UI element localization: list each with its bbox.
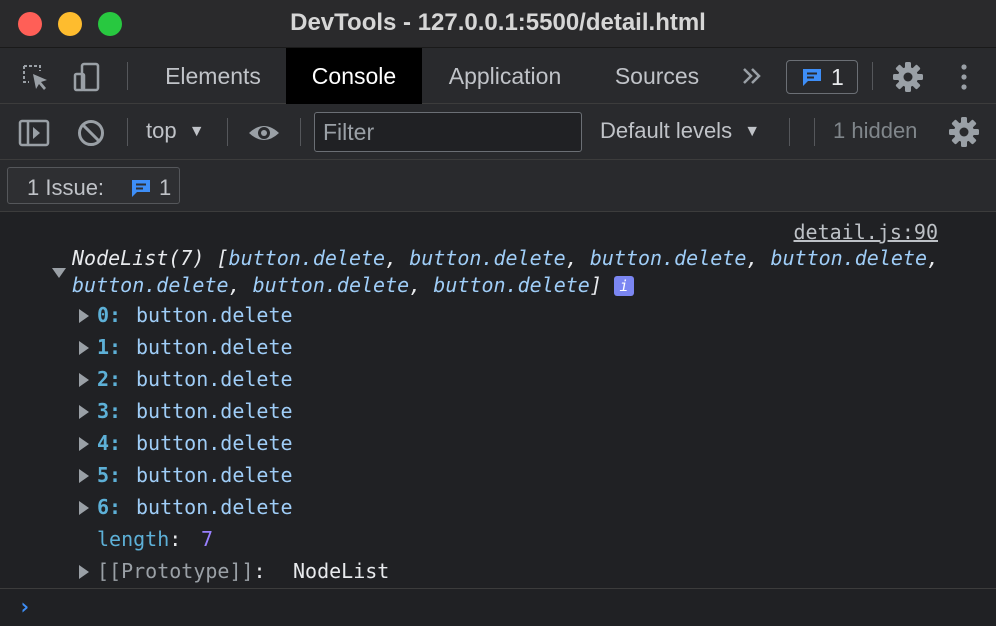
prototype-key: [[Prototype]]: — [97, 559, 266, 583]
title-bar: DevTools - 127.0.0.1:5500/detail.html — [0, 0, 996, 48]
chevron-down-icon: ▼ — [744, 123, 761, 140]
summary-item: button.delete — [433, 273, 590, 297]
message-icon — [801, 67, 823, 92]
collapse-toggle[interactable] — [52, 268, 66, 278]
entry-value: button.delete — [136, 303, 293, 327]
tab-sources[interactable]: Sources — [592, 48, 722, 104]
prototype-value: NodeList — [293, 559, 390, 583]
toolbar-divider — [814, 118, 815, 146]
entry-value: button.delete — [136, 335, 293, 359]
issues-count: 1 — [831, 64, 844, 90]
entry-value: button.delete — [136, 367, 293, 391]
filter-input[interactable] — [314, 112, 582, 152]
expand-toggle[interactable] — [79, 437, 89, 451]
console-output: detail.js:90 NodeList(7) [button.delete,… — [0, 212, 996, 588]
context-selector[interactable]: top ▼ — [146, 118, 205, 144]
toolbar-divider — [127, 118, 128, 146]
device-toolbar-icon[interactable] — [72, 62, 102, 92]
entry-index: 6: — [97, 495, 122, 519]
devtools-tab-bar: Elements Console Application Sources 1 — [0, 48, 996, 104]
expand-toggle[interactable] — [79, 373, 89, 387]
prompt-caret-icon: › — [18, 595, 32, 620]
entry-index: 0: — [97, 303, 122, 327]
toolbar-divider — [872, 62, 873, 90]
length-value: 7 — [201, 527, 214, 551]
tab-application[interactable]: Application — [424, 48, 586, 104]
console-prompt[interactable]: › — [0, 588, 996, 626]
entry-value: button.delete — [136, 431, 293, 455]
entry-value: button.delete — [136, 463, 293, 487]
entry-index: 4: — [97, 431, 122, 455]
summary-item: button.delete — [409, 246, 566, 270]
console-toolbar: top ▼ Default levels ▼ 1 hidden — [0, 104, 996, 160]
entry-index: 2: — [97, 367, 122, 391]
log-levels-dropdown[interactable]: Default levels ▼ — [600, 118, 760, 144]
kebab-menu-icon[interactable] — [952, 63, 982, 93]
length-key: length: — [97, 527, 182, 551]
window-title: DevTools - 127.0.0.1:5500/detail.html — [290, 9, 706, 36]
expand-toggle[interactable] — [79, 309, 89, 323]
summary-item: button.delete — [770, 246, 928, 270]
tab-console[interactable]: Console — [286, 48, 422, 104]
message-icon — [130, 178, 152, 203]
tab-elements[interactable]: Elements — [142, 48, 284, 104]
entry-index: 5: — [97, 463, 122, 487]
expand-toggle[interactable] — [79, 501, 89, 515]
summary-prefix: NodeList(7) [ — [72, 246, 229, 270]
expand-toggle[interactable] — [79, 341, 89, 355]
chevrons-right-icon[interactable] — [738, 64, 768, 94]
issues-label: 1 Issue: — [27, 175, 105, 200]
gear-icon[interactable] — [892, 61, 923, 92]
toolbar-divider — [127, 62, 128, 90]
entry-value: button.delete — [136, 495, 293, 519]
issues-counter-button[interactable]: 1 — [786, 60, 858, 94]
console-settings-gear-icon[interactable] — [948, 116, 979, 147]
issues-bar: 1 Issue: 1 — [0, 160, 996, 212]
expand-toggle[interactable] — [79, 405, 89, 419]
eye-icon[interactable] — [247, 118, 279, 148]
issues-button[interactable]: 1 Issue: 1 — [7, 167, 180, 204]
entry-index: 3: — [97, 399, 122, 423]
summary-item: button.delete — [228, 246, 386, 270]
chevron-down-icon: ▼ — [188, 123, 205, 140]
expand-toggle[interactable] — [79, 469, 89, 483]
summary-item: button.delete — [589, 246, 747, 270]
summary-suffix: ] — [589, 273, 602, 297]
toolbar-divider — [300, 118, 301, 146]
summary-item: button.delete — [72, 273, 229, 297]
hidden-messages-count: 1 hidden — [833, 118, 918, 143]
toolbar-divider — [789, 118, 790, 146]
entry-index: 1: — [97, 335, 122, 359]
show-sidebar-icon[interactable] — [18, 118, 50, 148]
log-levels-label: Default levels — [600, 118, 733, 143]
summary-item: button.delete — [252, 273, 410, 297]
entry-value: button.delete — [136, 399, 293, 423]
toolbar-divider — [227, 118, 228, 146]
source-link[interactable]: detail.js:90 — [794, 220, 939, 244]
issues-bar-count: 1 — [159, 175, 172, 200]
clear-console-icon[interactable] — [76, 118, 106, 148]
expand-toggle[interactable] — [79, 565, 89, 579]
inspect-element-icon[interactable] — [20, 62, 50, 92]
info-icon[interactable]: i — [613, 276, 634, 296]
nodelist-summary[interactable]: NodeList(7) [button.delete, button.delet… — [72, 245, 952, 299]
context-label: top — [146, 118, 177, 143]
